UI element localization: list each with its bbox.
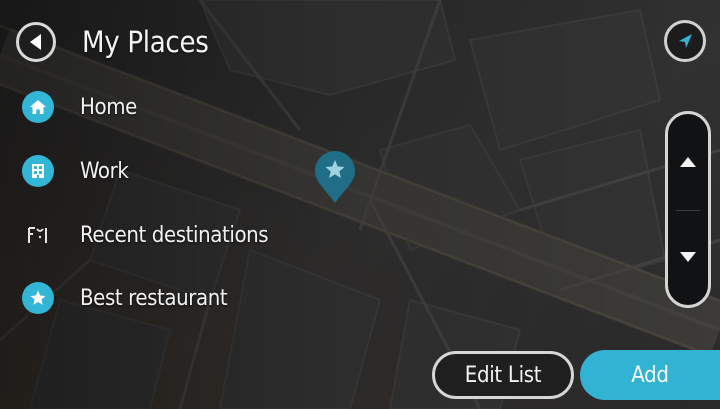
flag-route-icon — [22, 219, 54, 251]
place-item-best-restaurant[interactable]: Best restaurant — [22, 276, 342, 320]
place-label: Best restaurant — [80, 285, 228, 311]
place-label: Home — [80, 94, 137, 120]
place-label: Work — [80, 158, 129, 184]
back-arrow-icon — [30, 34, 41, 50]
star-icon — [22, 282, 54, 314]
favorite-location-pin[interactable] — [312, 149, 358, 209]
place-item-work[interactable]: Work — [22, 149, 342, 193]
scroll-control — [665, 111, 711, 308]
add-button[interactable]: Add — [580, 350, 720, 400]
place-label: Recent destinations — [80, 222, 269, 248]
scroll-up-button[interactable] — [668, 114, 708, 210]
place-item-home[interactable]: Home — [22, 85, 342, 129]
page-title: My Places — [82, 25, 209, 59]
scroll-down-button[interactable] — [668, 210, 708, 306]
place-item-recent-destinations[interactable]: Recent destinations — [22, 213, 342, 257]
chevron-up-icon — [680, 156, 696, 167]
navigation-arrow-icon — [679, 34, 692, 48]
current-location-button[interactable] — [664, 20, 706, 62]
back-button[interactable] — [16, 22, 56, 62]
chevron-down-icon — [680, 252, 696, 263]
edit-list-button[interactable]: Edit List — [432, 351, 574, 399]
work-icon — [22, 155, 54, 187]
home-icon — [22, 91, 54, 123]
star-pin-icon — [315, 151, 355, 203]
